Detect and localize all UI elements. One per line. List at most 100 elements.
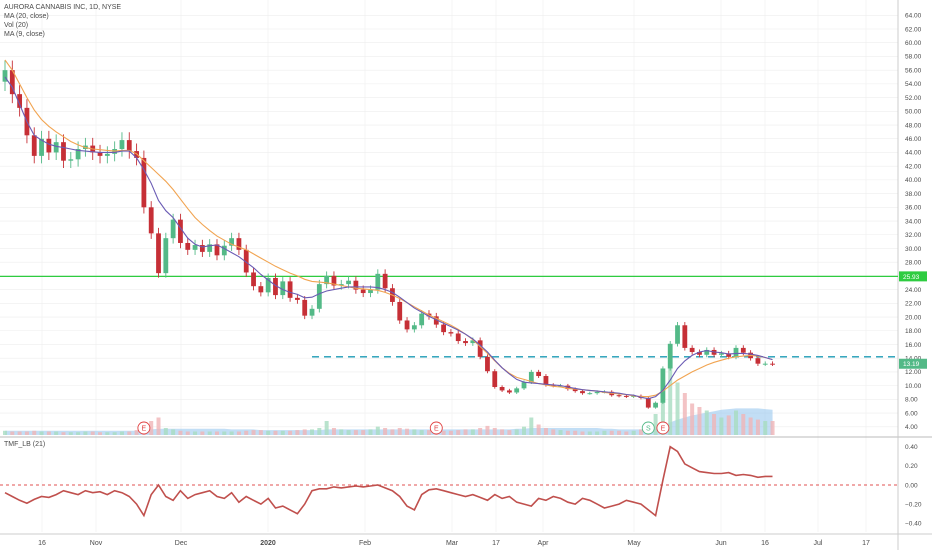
candle-down[interactable] [404, 320, 410, 330]
candle-down[interactable] [689, 347, 695, 353]
candle-down[interactable] [463, 341, 468, 344]
time-tick-label: Mar [446, 540, 459, 547]
candle-up[interactable] [514, 388, 520, 393]
candle-up[interactable] [667, 343, 673, 369]
volume-bar [485, 425, 490, 435]
price-chart[interactable]: E E S E 64.00 62.00 60.00 58.00 56.00 54.00 52.00… [0, 0, 932, 550]
volume-bar [514, 429, 519, 435]
volume-bar [617, 430, 622, 435]
volume-bar [500, 429, 505, 435]
price-tick-label: 46.00 [905, 136, 922, 143]
price-tick-label: 56.00 [905, 67, 922, 74]
event-marker-label: S [646, 425, 651, 432]
candle-down[interactable] [178, 219, 183, 243]
candle-down[interactable] [485, 356, 490, 372]
candle-down[interactable] [770, 363, 775, 365]
candle-down[interactable] [302, 299, 308, 316]
tmf-tick-label: 0.20 [905, 463, 918, 470]
candle-down[interactable] [455, 333, 461, 342]
price-tick-label: 4.00 [905, 424, 918, 431]
candle-down[interactable] [755, 358, 761, 364]
candle-down[interactable] [61, 142, 66, 161]
candle-down[interactable] [251, 272, 256, 287]
price-tick-label: 8.00 [905, 397, 918, 404]
candle-down[interactable] [499, 386, 505, 391]
candle-down[interactable] [740, 347, 746, 353]
candle-down[interactable] [126, 140, 132, 152]
candle-down[interactable] [148, 207, 154, 234]
candle-down[interactable] [382, 273, 388, 289]
candle-up[interactable] [192, 245, 198, 250]
candle-down[interactable] [645, 397, 651, 408]
volume-bar [543, 428, 548, 435]
time-tick-label: Dec [175, 540, 188, 547]
volume-bar [441, 430, 446, 435]
candle-up[interactable] [346, 280, 351, 285]
candle-down[interactable] [141, 157, 147, 208]
candle-up[interactable] [660, 368, 666, 403]
candle-up[interactable] [170, 219, 176, 239]
candle-down[interactable] [360, 289, 366, 294]
candle-down[interactable] [46, 138, 52, 153]
ma9-legend[interactable]: MA (9, close) [4, 30, 121, 39]
volume-bar [763, 421, 768, 435]
candle-up[interactable] [68, 159, 74, 161]
symbol-title[interactable]: AURORA CANNABIS INC, 1D, NYSE [4, 3, 121, 12]
volume-bar [682, 393, 687, 435]
candle-down[interactable] [185, 242, 191, 250]
price-tick-label: 60.00 [905, 40, 922, 47]
candle-up[interactable] [419, 313, 425, 326]
candle-down[interactable] [506, 390, 512, 393]
volume-bar [295, 430, 300, 435]
candle-up[interactable] [587, 393, 593, 395]
candle-up[interactable] [594, 391, 600, 394]
candle-down[interactable] [31, 135, 37, 156]
price-tick-label: 12.00 [905, 369, 922, 376]
candle-down[interactable] [580, 391, 585, 394]
candle-down[interactable] [616, 395, 622, 397]
volume-bar [587, 431, 592, 435]
candle-up[interactable] [762, 363, 768, 365]
volume-bar [675, 382, 680, 435]
candle-down[interactable] [623, 395, 629, 397]
tmf-legend[interactable]: TMF_LB (21) [4, 441, 45, 448]
candle-up[interactable] [316, 284, 322, 309]
candle-down[interactable] [682, 325, 688, 348]
candle-up[interactable] [411, 325, 417, 330]
volume-bar [595, 431, 600, 435]
candle-down[interactable] [258, 286, 264, 293]
volume-bar [222, 431, 227, 435]
price-tick-label: 62.00 [905, 26, 922, 33]
volume-bar [456, 430, 461, 435]
ma20-legend[interactable]: MA (20, close) [4, 12, 121, 21]
candle-down[interactable] [492, 371, 498, 387]
time-axis[interactable]: 16 Nov Dec 2020 Feb Mar 17 Apr May Jun 16 Jul 17 [38, 540, 870, 547]
volume-bar [419, 430, 424, 435]
candle-down[interactable] [295, 297, 300, 300]
candle-down[interactable] [156, 233, 161, 274]
tmf-tick-label: 0.00 [905, 482, 918, 489]
candle-down[interactable] [441, 324, 446, 333]
candle-up[interactable] [53, 142, 59, 153]
volume-legend[interactable]: Vol (20) [4, 21, 121, 30]
candle-up[interactable] [521, 382, 527, 389]
candle-up[interactable] [104, 153, 110, 156]
candle-down[interactable] [448, 332, 454, 334]
price-axis[interactable]: 64.00 62.00 60.00 58.00 56.00 54.00 52.00 50.00… [899, 13, 927, 528]
candle-up[interactable] [718, 353, 724, 355]
volume-bar [54, 431, 59, 435]
candle-up[interactable] [733, 347, 739, 357]
price-tick-label: 20.00 [905, 314, 922, 321]
candle-up[interactable] [675, 325, 680, 344]
candle-up[interactable] [119, 140, 125, 150]
volume-bar [258, 430, 263, 435]
candle-up[interactable] [163, 238, 169, 274]
candle-up[interactable] [309, 308, 315, 316]
time-tick-label: 16 [761, 540, 769, 547]
candle-down[interactable] [97, 152, 103, 156]
candle-down[interactable] [536, 371, 542, 377]
volume-bar [726, 415, 731, 435]
candle-down[interactable] [287, 281, 293, 298]
candle-up[interactable] [653, 402, 658, 408]
candle-down[interactable] [397, 301, 403, 321]
